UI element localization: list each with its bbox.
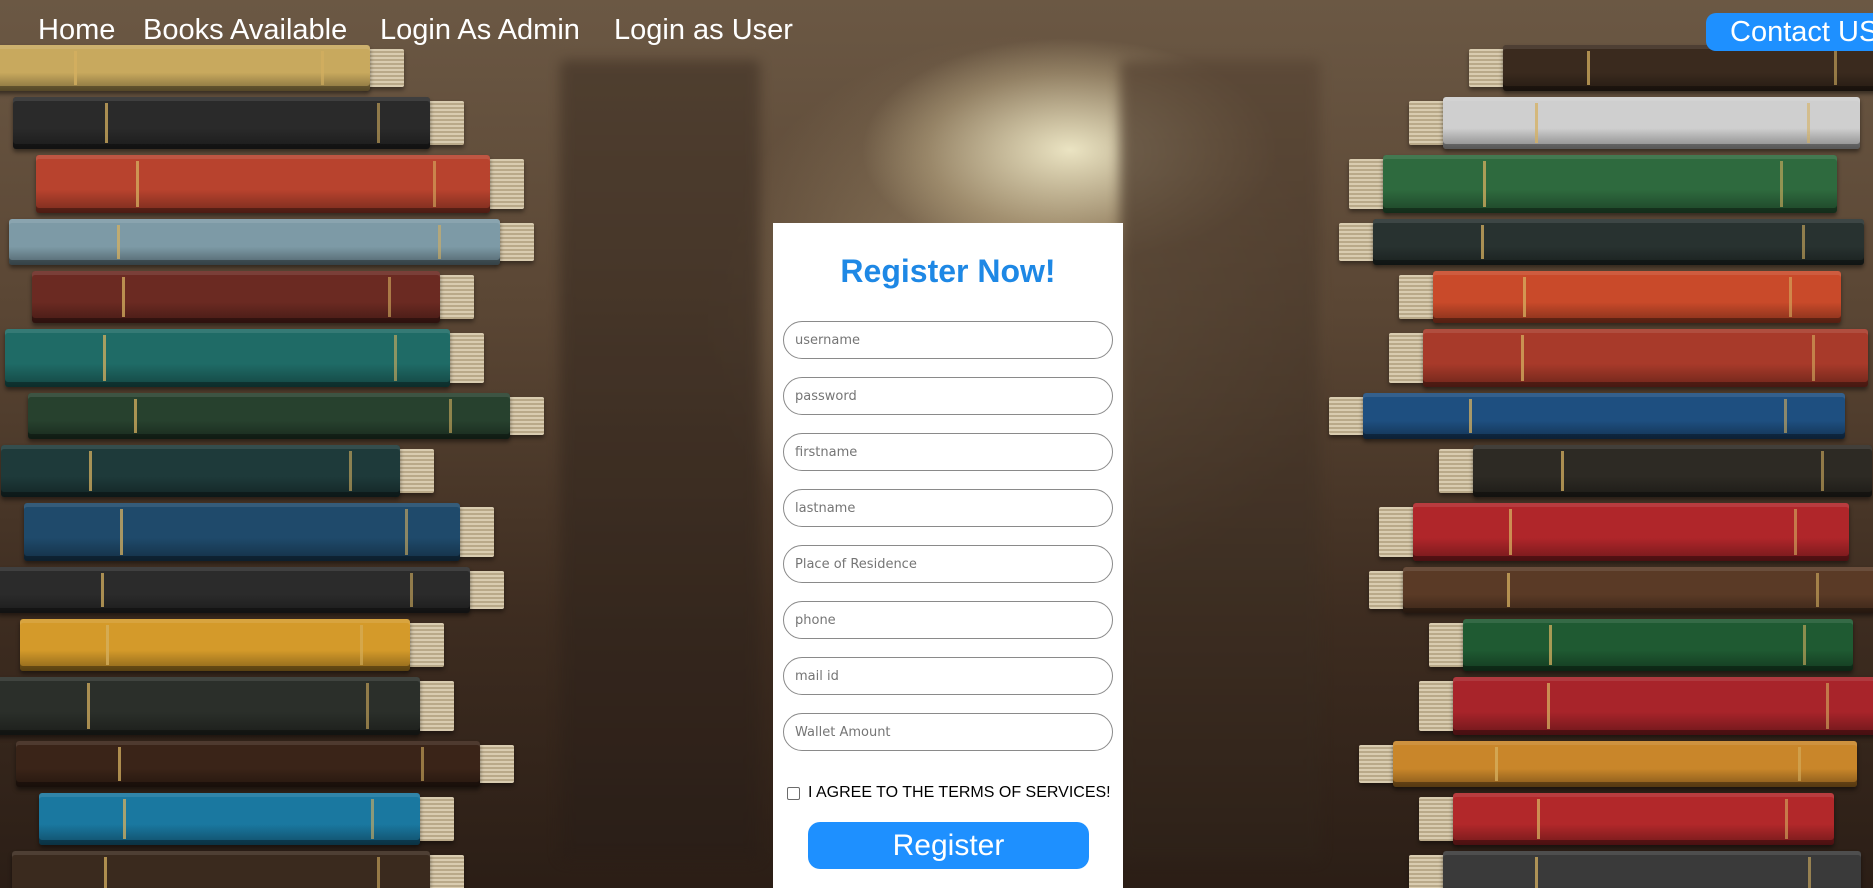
book-pages [484,159,524,209]
firstname-input[interactable] [783,433,1113,471]
book-pages [424,855,464,888]
book-pages [394,449,434,493]
book-spine [36,155,490,213]
phone-input[interactable] [783,601,1113,639]
book-spine [1423,329,1868,387]
register-button[interactable]: Register [808,822,1089,869]
book-spine [16,741,480,787]
nav-link-login-user[interactable]: Login as User [614,14,793,47]
book-spine [1453,793,1834,845]
lastname-input[interactable] [783,489,1113,527]
book-pages [424,101,464,145]
book-pages [454,507,494,557]
register-card: Register Now! I AGREE TO THE TERMS OF SE… [773,223,1123,888]
book-spine [1,445,400,497]
top-navigation: Home Books Available Login As Admin Logi… [0,0,1873,64]
book-pages [504,397,544,435]
nav-link-login-admin[interactable]: Login As Admin [380,14,580,47]
book-spine [12,851,430,888]
book-spine [1363,393,1845,439]
residence-input[interactable] [783,545,1113,583]
book-spine [1443,97,1860,149]
book-pages [414,681,454,731]
book-spine [32,271,440,323]
left-book-stack [0,0,560,888]
wallet-amount-input[interactable] [783,713,1113,751]
blurred-shelf [560,60,760,860]
book-spine [1373,219,1864,265]
password-input[interactable] [783,377,1113,415]
terms-row: I AGREE TO THE TERMS OF SERVICES! [787,784,1111,802]
book-pages [434,275,474,319]
book-spine [1403,567,1873,613]
username-input[interactable] [783,321,1113,359]
book-spine [1413,503,1849,561]
book-spine [0,567,470,613]
contact-us-button[interactable]: Contact US [1706,13,1873,51]
book-spine [39,793,420,845]
book-pages [474,745,514,783]
book-spine [1463,619,1853,671]
right-book-stack [1293,0,1873,888]
book-pages [444,333,484,383]
book-spine [1433,271,1841,323]
book-spine [5,329,450,387]
book-spine [28,393,510,439]
book-spine [1393,741,1857,787]
nav-link-home[interactable]: Home [38,14,115,47]
nav-link-books-available[interactable]: Books Available [143,14,347,47]
blurred-shelf [1120,60,1320,860]
mail-input[interactable] [783,657,1113,695]
book-spine [9,219,500,265]
register-title: Register Now! [840,253,1056,289]
book-pages [494,223,534,261]
book-spine [1383,155,1837,213]
book-spine [1453,677,1873,735]
book-spine [24,503,460,561]
terms-checkbox[interactable] [787,786,800,800]
book-pages [404,623,444,667]
book-pages [414,797,454,841]
book-spine [1473,445,1872,497]
book-spine [0,677,420,735]
book-spine [13,97,430,149]
terms-label: I AGREE TO THE TERMS OF SERVICES! [808,784,1111,801]
book-spine [1443,851,1861,888]
book-spine [20,619,410,671]
book-pages [464,571,504,609]
